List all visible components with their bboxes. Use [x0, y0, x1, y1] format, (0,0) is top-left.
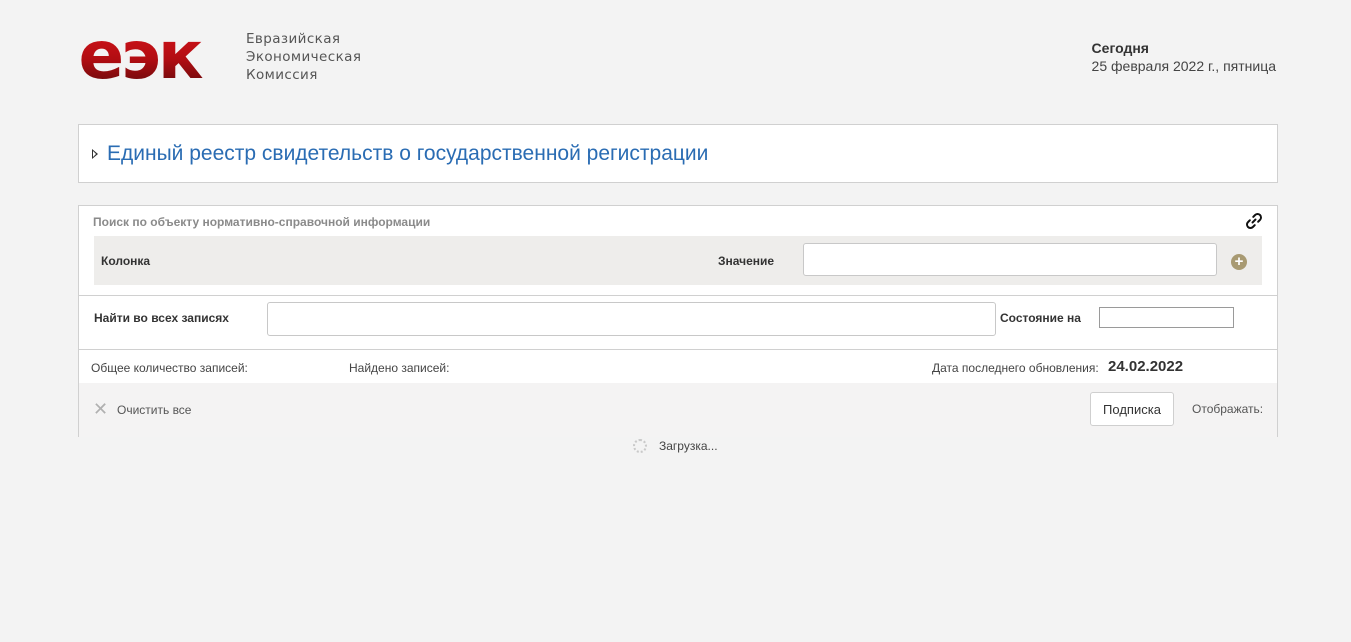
last-update-date: 24.02.2022 [1108, 358, 1184, 375]
logo-line-1: Евразийская [246, 31, 341, 47]
last-update-label: Дата последнего обновления: [932, 361, 1099, 375]
logo-line-2: Экономическая [246, 49, 362, 65]
link-icon[interactable] [1245, 212, 1263, 230]
divider [79, 295, 1277, 296]
state-date-input[interactable] [1099, 307, 1234, 328]
value-input[interactable] [803, 243, 1217, 276]
subscribe-button[interactable]: Подписка [1090, 392, 1174, 426]
logo-mark: еэк [78, 28, 237, 84]
spinner-icon [633, 439, 647, 453]
logo-text: Евразийская Экономическая Комиссия [246, 30, 361, 84]
filter-row: Колонка Значение + [94, 236, 1262, 285]
column-label: Колонка [101, 254, 151, 268]
triangle-right-icon[interactable] [92, 148, 98, 159]
eec-logo[interactable]: еэк Евразийская Экономическая Комиссия [78, 28, 361, 84]
find-all-label: Найти во всех записях [94, 311, 229, 325]
registry-title-panel[interactable]: Единый реестр свидетельств о государстве… [78, 124, 1278, 183]
actions-bar: ✕ Очистить все Подписка Отображать: [79, 383, 1277, 437]
today-block: Сегодня 25 февраля 2022 г., пятница [1092, 40, 1276, 76]
loading-indicator: Загрузка... [633, 439, 718, 453]
display-dropdown[interactable]: Отображать: [1192, 402, 1263, 416]
logo-line-3: Комиссия [246, 67, 318, 83]
find-all-input[interactable] [267, 302, 996, 336]
value-label: Значение [718, 254, 775, 268]
clear-all-button[interactable]: Очистить все [117, 403, 191, 417]
total-records-label: Общее количество записей: [91, 361, 248, 375]
x-icon[interactable]: ✕ [93, 400, 108, 418]
loading-text: Загрузка... [659, 439, 718, 453]
search-panel: Поиск по объекту нормативно-справочной и… [78, 205, 1278, 437]
found-records-label: Найдено записей: [349, 361, 450, 375]
today-label: Сегодня [1091, 40, 1149, 56]
plus-circle-icon[interactable]: + [1231, 254, 1247, 270]
page-title[interactable]: Единый реестр свидетельств о государстве… [107, 142, 708, 166]
search-caption: Поиск по объекту нормативно-справочной и… [93, 215, 431, 229]
state-label: Состояние на [1000, 311, 1081, 325]
today-date: 25 февраля 2022 г., пятница [1091, 58, 1276, 74]
divider [79, 349, 1277, 350]
